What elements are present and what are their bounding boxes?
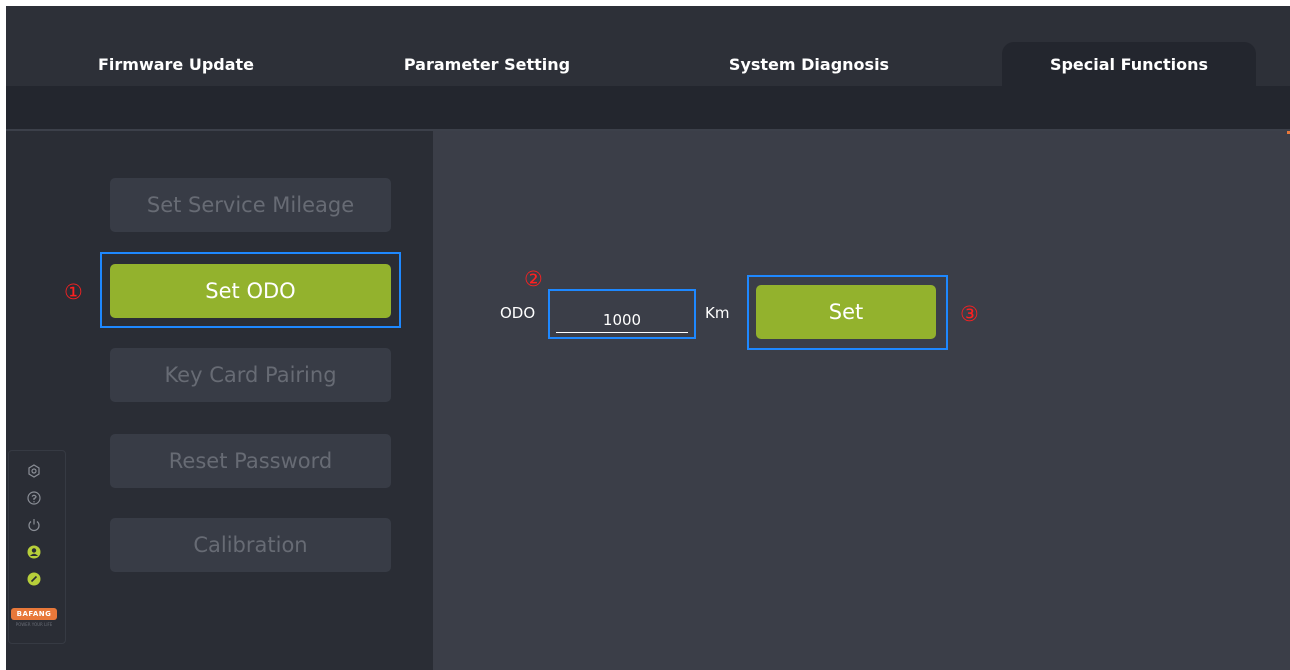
odo-label: ODO xyxy=(500,304,536,322)
annotation-step-2: ② xyxy=(524,267,543,291)
annotation-step-3: ③ xyxy=(960,302,979,326)
odo-input[interactable] xyxy=(556,308,688,333)
tab-parameter-setting[interactable]: Parameter Setting xyxy=(402,42,572,86)
set-odo-submit-button[interactable]: Set xyxy=(756,285,936,339)
highlight-box-set-odo xyxy=(100,252,401,328)
key-card-pairing-button[interactable]: Key Card Pairing xyxy=(110,348,391,402)
settings-icon[interactable] xyxy=(27,464,41,478)
tab-system-diagnosis[interactable]: System Diagnosis xyxy=(724,42,894,86)
odo-unit-label: Km xyxy=(705,304,730,322)
logo-tagline: POWER YOUR LIFE xyxy=(15,622,53,627)
content-panel xyxy=(433,131,1290,670)
reset-password-button[interactable]: Reset Password xyxy=(110,434,391,488)
user-icon[interactable] xyxy=(27,545,41,559)
set-service-mileage-button[interactable]: Set Service Mileage xyxy=(110,178,391,232)
annotation-step-1: ① xyxy=(64,280,83,304)
bafang-logo: BAFANG xyxy=(11,608,57,620)
tab-bar: Firmware Update Parameter Setting System… xyxy=(6,6,1290,86)
tab-special-functions[interactable]: Special Functions xyxy=(1002,42,1256,86)
power-icon[interactable] xyxy=(27,518,41,532)
app-window: Firmware Update Parameter Setting System… xyxy=(6,6,1290,670)
calibration-button[interactable]: Calibration xyxy=(110,518,391,572)
help-icon[interactable] xyxy=(27,491,41,505)
tab-firmware-update[interactable]: Firmware Update xyxy=(86,42,266,86)
link-icon[interactable] xyxy=(27,572,41,586)
sub-header-bar xyxy=(6,86,1290,130)
